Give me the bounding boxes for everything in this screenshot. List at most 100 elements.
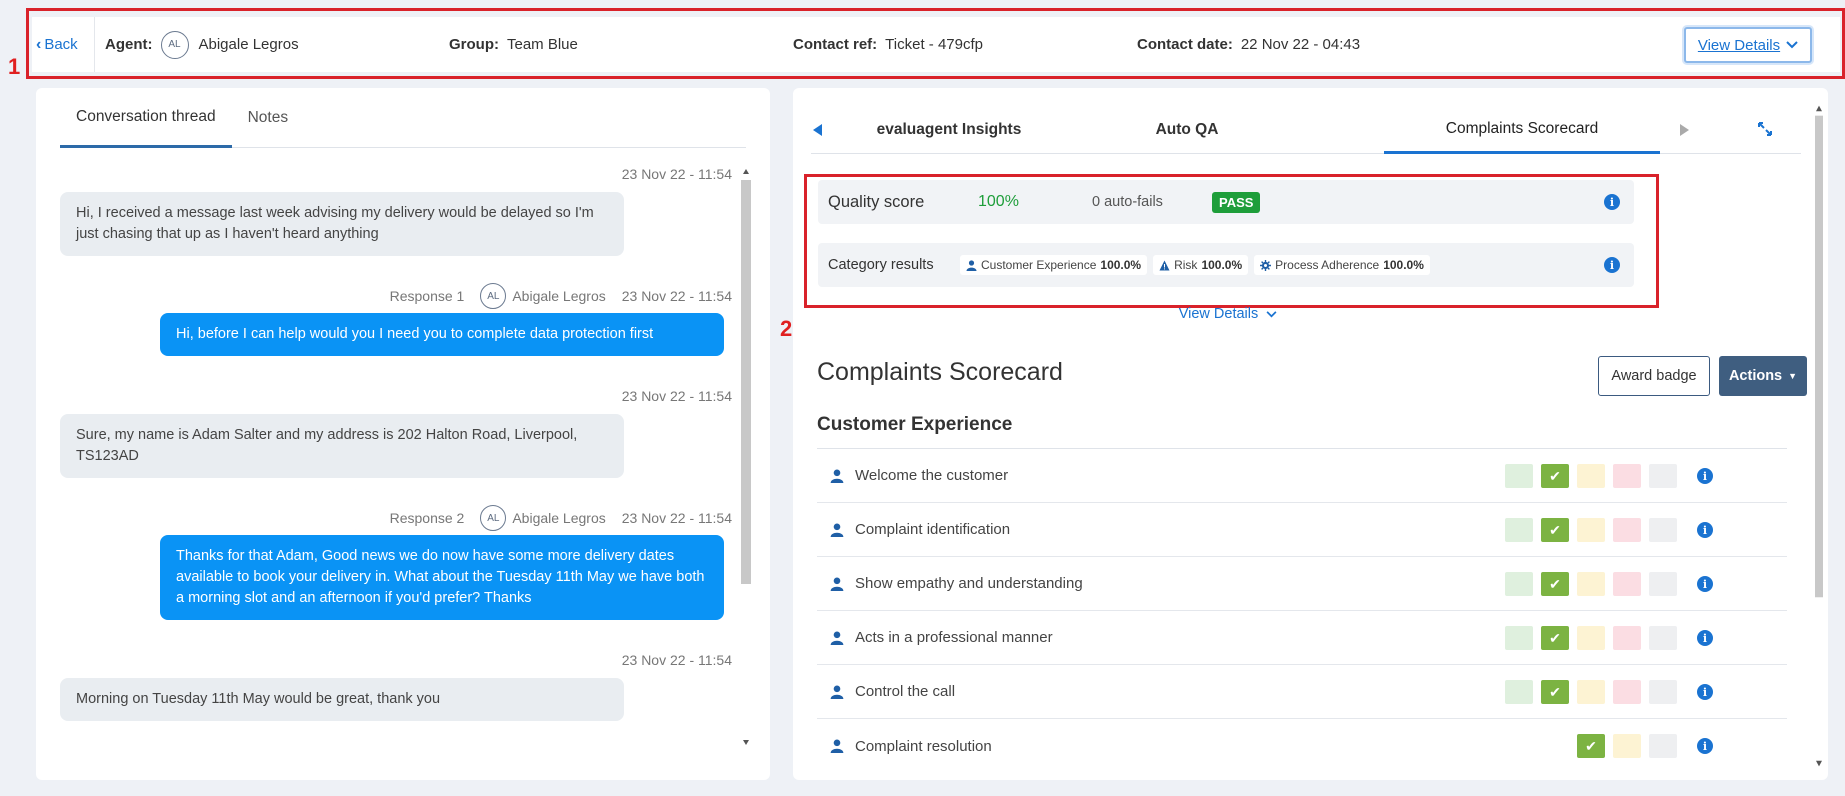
auto-fails-count: 0 auto-fails	[1092, 194, 1163, 210]
scorecard-row: Complaint resolution ✔ i	[817, 719, 1787, 773]
agent-name: Abigale Legros	[198, 36, 299, 53]
info-icon[interactable]: i	[1697, 738, 1713, 754]
score-option[interactable]	[1505, 680, 1533, 704]
info-icon[interactable]: i	[1604, 257, 1620, 273]
info-icon[interactable]: i	[1697, 630, 1713, 646]
score-option[interactable]	[1577, 626, 1605, 650]
conversation-tabs: Conversation thread Notes	[60, 88, 746, 148]
row-label: Complaint resolution	[855, 737, 992, 755]
score-option[interactable]	[1649, 518, 1677, 542]
score-option[interactable]	[1613, 572, 1641, 596]
gear-icon	[1260, 259, 1272, 271]
score-option[interactable]	[1649, 572, 1677, 596]
quality-score-value: 100%	[978, 193, 1019, 210]
avatar: AL	[160, 30, 189, 59]
agent-message: Thanks for that Adam, Good news we do no…	[160, 535, 724, 620]
tab-notes[interactable]: Notes	[232, 88, 305, 148]
thread-scrollbar[interactable]	[740, 162, 752, 752]
message-time: 23 Nov 22 - 11:54	[621, 166, 732, 182]
back-link[interactable]: ‹ Back	[32, 36, 94, 54]
row-label: Complaint identification	[855, 521, 1011, 538]
check-icon[interactable]: ✔	[1577, 734, 1605, 758]
tab-conversation-thread[interactable]: Conversation thread	[60, 88, 232, 148]
scorecard-row: Complaint identification ✔ i	[817, 503, 1787, 557]
score-option[interactable]	[1613, 680, 1641, 704]
view-details-button[interactable]: View Details	[1684, 27, 1812, 63]
actions-button[interactable]: Actions ▼	[1719, 356, 1807, 396]
check-icon[interactable]: ✔	[1541, 680, 1569, 704]
agent-name: Abigale Legros	[512, 288, 606, 304]
agent-label: Agent:	[105, 36, 153, 53]
info-icon[interactable]: i	[1604, 194, 1620, 210]
score-option[interactable]	[1613, 464, 1641, 488]
score-option[interactable]	[1613, 518, 1641, 542]
info-icon[interactable]: i	[1697, 522, 1713, 538]
score-option[interactable]	[1577, 518, 1605, 542]
scorecard-row: Control the call ✔ i	[817, 665, 1787, 719]
info-icon[interactable]: i	[1697, 576, 1713, 592]
tab-evaluagent-insights[interactable]: evaluagent Insights	[851, 106, 1047, 154]
message-time: 23 Nov 22 - 11:54	[621, 388, 732, 404]
back-label: Back	[44, 36, 78, 53]
score-option[interactable]	[1649, 680, 1677, 704]
score-option[interactable]	[1505, 626, 1533, 650]
scorecard-panel: evaluagent Insights Auto QA Complaints S…	[793, 88, 1828, 780]
tab-auto-qa[interactable]: Auto QA	[1049, 106, 1325, 154]
chevron-down-icon	[1266, 311, 1277, 318]
row-label: Show empathy and understanding	[855, 575, 1083, 592]
caret-down-icon: ▼	[1788, 371, 1798, 381]
annotation-label-2: 2	[780, 316, 793, 341]
score-option[interactable]	[1577, 572, 1605, 596]
category-process-adherence: Process Adherence 100.0%	[1254, 255, 1430, 275]
check-icon[interactable]: ✔	[1541, 464, 1569, 488]
score-option[interactable]	[1649, 734, 1677, 758]
annotation-label-1: 1	[8, 54, 21, 79]
scorecard-title: Complaints Scorecard	[817, 358, 1063, 386]
chevron-left-icon: ‹	[36, 35, 42, 53]
row-label: Acts in a professional manner	[855, 629, 1053, 646]
category-customer-experience: Customer Experience 100.0%	[960, 255, 1148, 275]
conversation-thread: 23 Nov 22 - 11:54 Hi, I received a messa…	[60, 160, 732, 760]
score-option[interactable]	[1505, 464, 1533, 488]
section-title: Customer Experience	[817, 414, 1013, 435]
tab-next-icon[interactable]	[1679, 124, 1689, 136]
response-number: Response 1	[389, 288, 465, 304]
score-option[interactable]	[1577, 464, 1605, 488]
message-meta: 23 Nov 22 - 11:54	[60, 646, 732, 674]
score-option[interactable]	[1649, 464, 1677, 488]
check-icon[interactable]: ✔	[1541, 572, 1569, 596]
scorecard-tabs: evaluagent Insights Auto QA Complaints S…	[811, 106, 1801, 154]
group-label: Group:	[449, 36, 499, 53]
divider	[94, 17, 95, 72]
score-option[interactable]	[1613, 626, 1641, 650]
tab-prev-icon[interactable]	[813, 124, 823, 136]
tab-complaints-scorecard[interactable]: Complaints Scorecard	[1384, 106, 1660, 154]
agent-message: Hi, before I can help would you I need y…	[160, 313, 724, 356]
customer-message: Sure, my name is Adam Salter and my addr…	[60, 414, 624, 478]
score-option[interactable]	[1577, 680, 1605, 704]
score-option[interactable]	[1505, 518, 1533, 542]
person-icon	[830, 523, 844, 537]
award-badge-button[interactable]: Award badge	[1598, 356, 1710, 396]
contact-date-value: 22 Nov 22 - 04:43	[1240, 36, 1361, 53]
person-icon	[830, 469, 844, 483]
category-results-row: Category results Customer Experience 100…	[818, 243, 1634, 287]
person-icon	[966, 259, 977, 271]
expand-icon[interactable]	[1758, 122, 1772, 136]
person-icon	[830, 739, 844, 753]
person-icon	[830, 685, 844, 699]
score-option[interactable]	[1613, 734, 1641, 758]
check-icon[interactable]: ✔	[1541, 518, 1569, 542]
score-option[interactable]	[1505, 572, 1533, 596]
info-icon[interactable]: i	[1697, 468, 1713, 484]
category-value: 100.0%	[1383, 258, 1424, 272]
view-details-link[interactable]: View Details	[793, 306, 1663, 322]
contact-ref-label: Contact ref:	[793, 36, 878, 53]
check-icon[interactable]: ✔	[1541, 626, 1569, 650]
category-risk: Risk 100.0%	[1153, 255, 1249, 275]
category-results-label: Category results	[828, 257, 934, 273]
scorecard-scrollbar[interactable]	[1814, 100, 1824, 772]
score-option[interactable]	[1649, 626, 1677, 650]
info-icon[interactable]: i	[1697, 684, 1713, 700]
category-name: Process Adherence	[1275, 258, 1380, 272]
